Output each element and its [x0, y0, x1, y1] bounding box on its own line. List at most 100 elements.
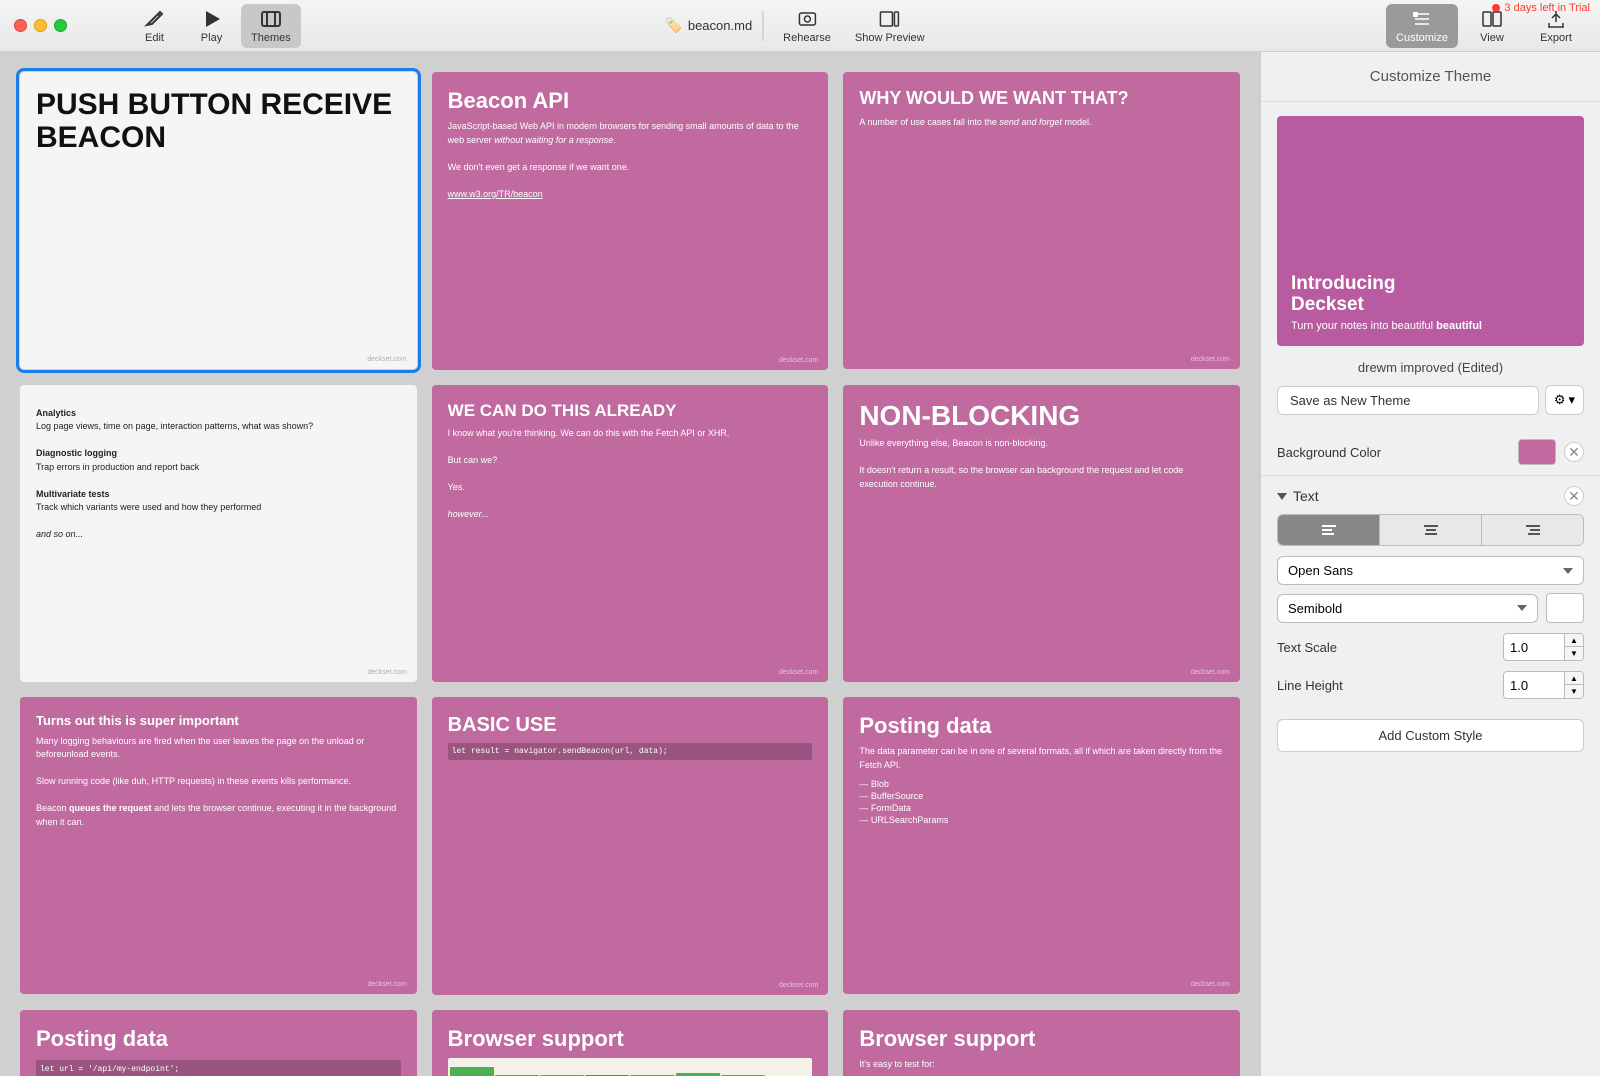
clear-color-button[interactable]: ✕ — [1564, 442, 1584, 462]
trial-text: 3 days left in Trial — [1504, 2, 1590, 14]
show-preview-button[interactable]: Show Preview — [845, 4, 935, 48]
line-height-label: Line Height — [1277, 678, 1343, 693]
close-button[interactable] — [14, 19, 27, 32]
line-height-down[interactable]: ▼ — [1565, 685, 1583, 698]
app-title: beacon.md — [688, 18, 752, 33]
main-area: PUSH BUTTON RECEIVE BEACON deckset.com B… — [0, 52, 1600, 1076]
slide-1-footer: deckset.com — [367, 356, 406, 363]
toolbar-divider — [762, 11, 763, 41]
slide-11[interactable]: Browser support — [432, 1010, 829, 1076]
slide-9-footer: deckset.com — [1191, 981, 1230, 988]
slide-8-title: BASIC USE — [448, 713, 813, 737]
slide-12[interactable]: Browser support It's easy to test for: i… — [843, 1010, 1240, 1076]
slide-8[interactable]: BASIC USE let result = navigator.sendBea… — [432, 697, 829, 995]
slide-12-body-intro: It's easy to test for: — [859, 1058, 1224, 1072]
text-scale-row: Text Scale ▲ ▼ — [1261, 633, 1600, 671]
theme-preview: Introducing Deckset Turn your notes into… — [1277, 116, 1584, 346]
slide-2-body: JavaScript-based Web API in modern brows… — [448, 120, 813, 201]
text-scale-input[interactable] — [1504, 636, 1564, 659]
slide-6[interactable]: NON-BLOCKING Unlike everything else, Bea… — [843, 385, 1240, 682]
weight-color-row: Semibold Regular Bold Light Medium — [1277, 593, 1584, 623]
clear-text-button[interactable]: ✕ — [1564, 486, 1584, 506]
align-row — [1277, 514, 1584, 546]
align-center-button[interactable] — [1380, 515, 1482, 545]
font-family-select[interactable]: Open Sans Helvetica Arial Georgia Courie… — [1277, 556, 1584, 585]
font-select-row: Open Sans Helvetica Arial Georgia Courie… — [1277, 556, 1584, 585]
text-scale-up[interactable]: ▲ — [1565, 634, 1583, 647]
maximize-button[interactable] — [54, 19, 67, 32]
line-height-input-wrap: ▲ ▼ — [1503, 671, 1584, 699]
play-label: Play — [201, 32, 222, 44]
add-custom-button[interactable]: Add Custom Style — [1277, 719, 1584, 752]
view-label: View — [1480, 32, 1504, 44]
text-scale-arrows: ▲ ▼ — [1564, 634, 1583, 660]
trial-dot — [1492, 4, 1500, 12]
slide-11-chart — [448, 1058, 813, 1076]
title-emoji: 🏷️ — [665, 17, 682, 34]
text-scale-down[interactable]: ▼ — [1565, 647, 1583, 660]
line-height-input[interactable] — [1504, 674, 1564, 697]
align-left-button[interactable] — [1278, 515, 1380, 545]
text-color-swatch[interactable] — [1546, 593, 1584, 623]
slide-1-title: PUSH BUTTON RECEIVE BEACON — [36, 88, 401, 154]
themes-button[interactable]: Themes — [241, 4, 301, 48]
trial-badge: 3 days left in Trial — [1492, 2, 1590, 14]
list-item: FormData — [859, 802, 1224, 814]
customize-button[interactable]: Customize — [1386, 4, 1458, 48]
preview-body: beautiful — [1436, 320, 1482, 332]
text-scale-input-wrap: ▲ ▼ — [1503, 633, 1584, 661]
rehearse-button[interactable]: Rehearse — [773, 4, 841, 48]
slide-7[interactable]: Turns out this is super important Many l… — [20, 697, 417, 994]
gear-settings-button[interactable]: ⚙ ▾ — [1545, 385, 1584, 415]
chevron-down-icon: ▾ — [1568, 392, 1575, 408]
slide-6-title: NON-BLOCKING — [859, 401, 1224, 432]
collapse-icon[interactable] — [1277, 493, 1287, 500]
slide-6-footer: deckset.com — [1191, 669, 1230, 676]
slide-4[interactable]: Analytics Log page views, time on page, … — [20, 385, 417, 682]
text-section-title: Text — [1277, 488, 1319, 504]
slide-9-list: Blob BufferSource FormData URLSearchPara… — [859, 778, 1224, 826]
slide-8-code: let result = navigator.sendBeacon(url, d… — [448, 743, 813, 760]
slide-5[interactable]: WE CAN DO THIS ALREADY I know what you'r… — [432, 385, 829, 683]
toolbar-left: Edit Play Themes — [67, 4, 301, 48]
window-title: 🏷️ beacon.md Rehearse Show Preview — [665, 4, 934, 48]
slide-1[interactable]: PUSH BUTTON RECEIVE BEACON deckset.com — [20, 72, 417, 369]
bg-color-swatch[interactable] — [1518, 439, 1556, 465]
traffic-lights — [0, 19, 67, 32]
play-button[interactable]: Play — [184, 4, 239, 48]
slide-5-title: WE CAN DO THIS ALREADY — [448, 401, 813, 421]
themes-label: Themes — [251, 32, 291, 44]
panel-title: Customize Theme — [1261, 52, 1600, 102]
list-item: BufferSource — [859, 790, 1224, 802]
slide-9[interactable]: Posting data The data parameter can be i… — [843, 697, 1240, 994]
text-section-label: Text — [1293, 488, 1319, 504]
slide-9-body: The data parameter can be in one of seve… — [859, 745, 1224, 772]
edit-button[interactable]: Edit — [127, 4, 182, 48]
slide-4-footer: deckset.com — [367, 669, 406, 676]
slide-9-title: Posting data — [859, 713, 1224, 739]
slide-7-footer: deckset.com — [367, 981, 406, 988]
slides-area[interactable]: PUSH BUTTON RECEIVE BEACON deckset.com B… — [0, 52, 1260, 1076]
slide-3[interactable]: WHY WOULD WE WANT THAT? A number of use … — [843, 72, 1240, 369]
minimize-button[interactable] — [34, 19, 47, 32]
slide-6-body: Unlike everything else, Beacon is non-bl… — [859, 437, 1224, 491]
slide-2-title: Beacon API — [448, 88, 813, 114]
show-preview-label: Show Preview — [855, 32, 925, 44]
line-height-up[interactable]: ▲ — [1565, 672, 1583, 685]
slide-4-body: Analytics Log page views, time on page, … — [36, 407, 401, 542]
save-theme-button[interactable]: Save as New Theme — [1277, 386, 1539, 415]
slide-3-body: A number of use cases fall into the send… — [859, 116, 1224, 130]
slide-7-body: Many logging behaviours are fired when t… — [36, 735, 401, 830]
slide-5-body: I know what you're thinking. We can do t… — [448, 427, 813, 522]
slide-7-title: Turns out this is super important — [36, 713, 401, 729]
font-weight-select[interactable]: Semibold Regular Bold Light Medium — [1277, 594, 1538, 623]
titlebar: Edit Play Themes 🏷️ beacon.md — [0, 0, 1600, 52]
gear-icon: ⚙ — [1554, 392, 1566, 408]
slide-8-footer: deckset.com — [779, 982, 818, 989]
slide-10[interactable]: Posting data let url = '/api/my-endpoint… — [20, 1010, 417, 1076]
align-right-button[interactable] — [1482, 515, 1583, 545]
text-scale-label: Text Scale — [1277, 640, 1337, 655]
slide-2[interactable]: Beacon API JavaScript-based Web API in m… — [432, 72, 829, 370]
right-panel: Customize Theme Introducing Deckset Turn… — [1260, 52, 1600, 1076]
slide-3-title: WHY WOULD WE WANT THAT? — [859, 88, 1224, 110]
